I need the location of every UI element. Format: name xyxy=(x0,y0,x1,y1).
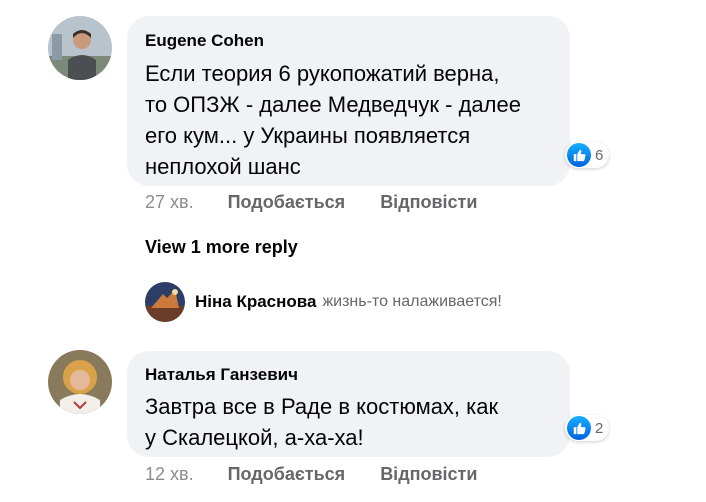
comment-meta: 27 хв. Подобається Відповісти xyxy=(145,192,477,213)
avatar[interactable] xyxy=(145,282,185,322)
comments-thread: Eugene Cohen Если теория 6 рукопожатий в… xyxy=(0,0,706,502)
comment-author[interactable]: Eugene Cohen xyxy=(145,31,264,51)
reply-author[interactable]: Ніна Краснова xyxy=(195,292,316,312)
reply-button[interactable]: Відповісти xyxy=(380,192,477,213)
avatar[interactable] xyxy=(48,350,112,414)
view-more-replies-link[interactable]: View 1 more reply xyxy=(145,237,298,258)
reaction-badge[interactable]: 6 xyxy=(565,142,610,168)
reaction-badge[interactable]: 2 xyxy=(565,415,610,441)
comment-text: Если теория 6 рукопожатий верна, то ОПЗЖ… xyxy=(145,61,521,179)
comment-meta: 12 хв. Подобається Відповісти xyxy=(145,464,477,485)
comment-author[interactable]: Наталья Ганзевич xyxy=(145,365,298,385)
avatar[interactable] xyxy=(48,16,112,80)
reaction-count: 6 xyxy=(595,146,604,164)
comment-bubble: Eugene Cohen Если теория 6 рукопожатий в… xyxy=(127,16,570,186)
reaction-count: 2 xyxy=(595,419,604,437)
reply-snippet: жизнь-то налаживается! xyxy=(322,293,502,310)
reply-preview[interactable]: Ніна Краснова жизнь-то налаживается! xyxy=(145,282,502,322)
reply-button[interactable]: Відповісти xyxy=(380,464,477,485)
comment-timestamp[interactable]: 12 хв. xyxy=(145,464,194,485)
like-icon xyxy=(567,143,591,167)
comment-timestamp[interactable]: 27 хв. xyxy=(145,192,194,213)
like-button[interactable]: Подобається xyxy=(228,192,346,213)
like-icon xyxy=(567,416,591,440)
like-button[interactable]: Подобається xyxy=(228,464,346,485)
comment-bubble: Наталья Ганзевич Завтра все в Раде в кос… xyxy=(127,351,570,457)
comment-text: Завтра все в Раде в костюмах, как у Скал… xyxy=(145,394,499,450)
